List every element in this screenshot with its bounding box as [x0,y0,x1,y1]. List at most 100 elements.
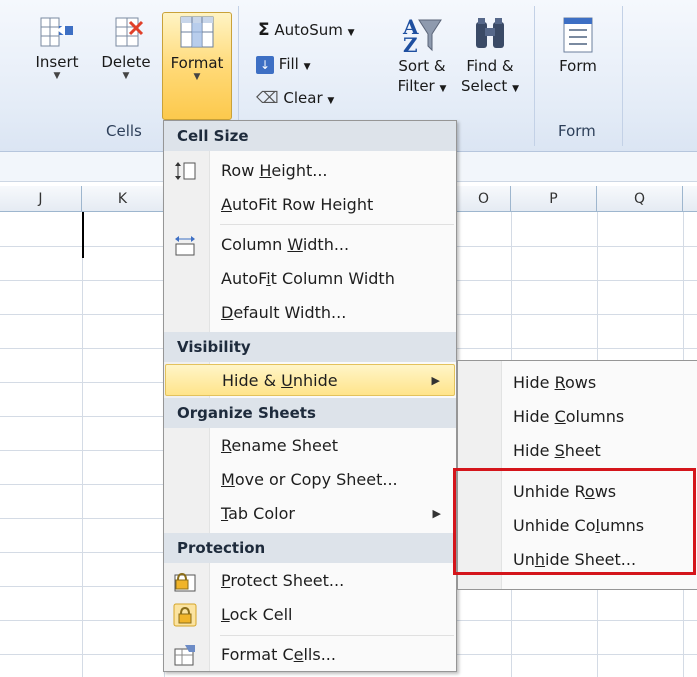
column-header-p[interactable]: P [511,186,597,212]
find-select-label-2: Select [461,77,508,95]
text-part: AutoF [221,269,267,288]
menu-item-lock-cell[interactable]: Lock Cell [165,599,455,631]
format-label: Format [170,54,224,72]
delete-button[interactable]: Delete ▼ [95,12,157,112]
submenu-item-hide-rows[interactable]: Hide Rows [513,371,596,395]
menu-header-cell-size: Cell Size [164,121,456,151]
delete-cells-icon [115,17,144,47]
sigma-icon: Σ [258,20,270,40]
mnemonic: R [221,436,232,455]
text-part: nhide [292,371,338,390]
column-header-j[interactable]: J [0,186,82,212]
text-part: Format C [221,645,294,664]
svg-text:Z: Z [403,33,418,56]
submenu-item-hide-columns[interactable]: Hide Columns [513,405,624,429]
cell-cursor [82,212,84,258]
menu-item-tab-color[interactable]: Tab Color ▶ [165,498,455,530]
submenu-arrow-icon: ▶ [431,374,440,387]
chevron-down-icon: ▼ [303,62,311,72]
sort-filter-label-1: Sort & [398,57,446,75]
insert-cells-icon [40,17,73,47]
row-height-icon [175,162,196,180]
sort-filter-label-2: Filter [397,77,435,95]
form-group-label: Form [558,122,596,140]
menu-item-autofit-column-width[interactable]: AutoFit Column Width [165,263,455,295]
autosum-label: AutoSum [274,21,343,39]
menu-separator [220,635,454,636]
insert-label: Insert [35,53,79,71]
menu-item-rename-sheet[interactable]: Rename Sheet [165,430,455,462]
format-button[interactable]: Format ▼ [162,12,232,120]
chevron-down-icon: ▼ [439,84,447,94]
text-part: utoFit Row Height [231,195,374,214]
fill-label: Fill [278,55,299,73]
find-select-button[interactable]: Find & Select ▼ [458,12,522,112]
group-separator [622,6,623,146]
mnemonic: M [221,470,235,489]
lock-icon [173,603,197,627]
text-part: Hide & [222,371,282,390]
column-header-q[interactable]: Q [597,186,683,212]
text-part: Row [221,161,260,180]
column-header-k[interactable]: K [82,186,164,212]
find-select-label-1: Find & [466,57,514,75]
text-part: heet [564,441,601,460]
menu-item-default-width[interactable]: Default Width... [165,297,455,329]
menu-item-autofit-row-height[interactable]: AutoFit Row Height [165,189,455,221]
submenu-arrow-icon: ▶ [432,507,441,520]
sort-filter-button[interactable]: A Z Sort & Filter ▼ [390,12,454,112]
menu-item-row-height[interactable]: Row Height... [165,155,455,187]
text-part: olumns [565,407,625,426]
text-part: ows [564,373,597,392]
text-part: Column [221,235,288,254]
form-button[interactable]: Form [548,12,608,102]
format-menu: Cell Size Row Height... AutoFit Row Heig… [163,120,457,672]
menu-item-move-copy-sheet[interactable]: Move or Copy Sheet... [165,464,455,496]
mnemonic: W [287,235,303,254]
clear-label: Clear [283,89,323,107]
group-separator [534,6,535,146]
mnemonic: C [554,407,566,426]
clear-button[interactable]: ⌫ Clear ▼ [256,88,334,111]
autosum-button[interactable]: Σ AutoSum ▼ [258,20,355,43]
text-part: ove or Copy Sheet... [234,470,398,489]
menu-item-format-cells[interactable]: Format Cells... [165,639,455,671]
menu-item-protect-sheet[interactable]: Protect Sheet... [165,565,455,597]
column-width-icon [175,236,195,256]
highlight-box [453,468,696,575]
menu-item-column-width[interactable]: Column Width... [165,229,455,261]
text-part: Hide [513,407,555,426]
text-part: ename Sheet [231,436,338,455]
mnemonic: L [221,605,230,624]
text-part: eight... [271,161,328,180]
format-cells-icon [180,16,214,48]
chevron-down-icon: ▼ [347,28,355,38]
insert-button[interactable]: Insert ▼ [26,12,88,112]
text-part: efault Width... [233,303,347,322]
eraser-icon: ⌫ [256,88,279,107]
menu-header-organize-sheets: Organize Sheets [164,398,456,428]
menu-header-protection: Protection [164,533,456,563]
mnemonic: P [221,571,231,590]
chevron-down-icon: ▼ [193,72,201,82]
submenu-item-hide-sheet[interactable]: Hide Sheet [513,439,601,463]
fill-button[interactable]: ↓ Fill ▼ [256,54,311,77]
sort-filter-icon: A Z [402,15,442,56]
mnemonic: H [259,161,272,180]
text-part: t Column Width [270,269,395,288]
form-icon [563,17,593,53]
menu-item-hide-unhide[interactable]: Hide & Unhide ▶ [165,364,455,396]
chevron-down-icon: ▼ [53,71,61,81]
chevron-down-icon: ▼ [122,71,130,81]
fill-down-icon: ↓ [256,56,274,74]
form-label: Form [559,57,597,75]
mnemonic: S [554,441,565,460]
text-part: ock Cell [229,605,293,624]
mnemonic: R [554,373,565,392]
mnemonic: D [221,303,234,322]
cells-group-label: Cells [106,122,142,140]
column-header-o[interactable]: O [457,186,511,212]
menu-header-visibility: Visibility [164,332,456,362]
protect-sheet-icon [174,572,196,592]
delete-label: Delete [101,53,151,71]
